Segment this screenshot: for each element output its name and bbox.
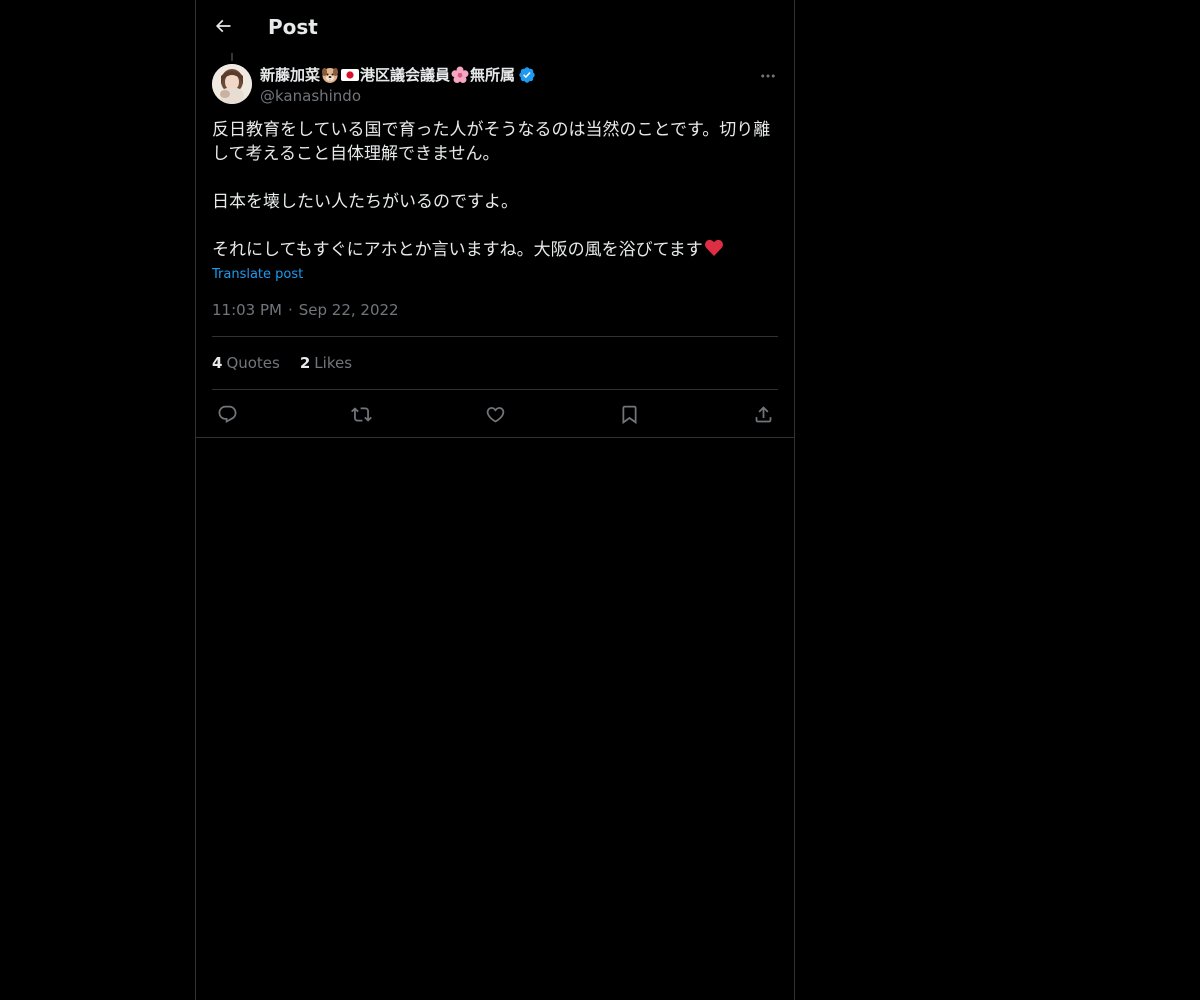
post-timestamp[interactable]: 11:03 PM · Sep 22, 2022 [212, 300, 399, 320]
author-block: 新藤加菜 港区議会議員 無所属 @kanashindo [260, 64, 740, 106]
share-icon [755, 405, 771, 422]
display-name-part: 新藤加菜 [260, 66, 321, 84]
bookmark-button[interactable] [614, 401, 644, 427]
display-name-part: 港区議会議員 [360, 66, 451, 84]
divider [212, 336, 778, 337]
bookmark-icon [622, 405, 636, 424]
like-button[interactable] [480, 401, 510, 427]
quotes-label: Quotes [226, 354, 280, 372]
post-paragraph: 日本を壊したい人たちがいるのですよ。 [212, 192, 518, 212]
post-time: 11:03 PM [212, 301, 282, 319]
display-name-part: 無所属 [470, 66, 516, 84]
more-options-button[interactable] [756, 64, 780, 88]
post-bottom-border [196, 437, 794, 438]
arrow-left-icon [215, 19, 231, 33]
reply-button[interactable] [212, 401, 242, 427]
thread-connector-line [231, 53, 233, 61]
share-button[interactable] [748, 401, 778, 427]
japan-flag-emoji [341, 69, 360, 81]
post-date: Sep 22, 2022 [298, 301, 399, 319]
post-text: 反日教育をしている国で育った人がそうなるのは当然のことです。切り離して考えること… [212, 118, 778, 262]
post-column: Post 新藤加菜 港区議会議員 無所属 @kanashindo 反日教育をして… [195, 0, 795, 1000]
post-actions-bar [212, 400, 778, 428]
repost-icon [350, 406, 372, 422]
display-name[interactable]: 新藤加菜 港区議会議員 無所属 [260, 65, 515, 85]
likes-stat[interactable]: 2 Likes [300, 353, 352, 373]
post-paragraph: それにしてもすぐにアホとか言いますね。大阪の風を浴びてます [212, 238, 778, 262]
reply-icon [218, 405, 236, 423]
more-horizontal-icon [761, 74, 775, 78]
user-handle[interactable]: @kanashindo [260, 86, 740, 106]
likes-label: Likes [314, 354, 353, 372]
quotes-count: 4 [212, 354, 223, 372]
red-heart-emoji [704, 239, 723, 256]
post-paragraph-text: それにしてもすぐにアホとか言いますね。大阪の風を浴びてます [212, 240, 703, 260]
page-title: Post [268, 15, 318, 39]
verified-badge-icon [519, 67, 535, 83]
repost-button[interactable] [346, 401, 376, 427]
cherry-blossom-emoji [451, 66, 469, 83]
post-paragraph: 反日教育をしている国で育った人がそうなるのは当然のことです。切り離して考えること… [212, 120, 771, 164]
avatar[interactable] [212, 64, 252, 104]
translate-post-link[interactable]: Translate post [212, 266, 303, 284]
post-header: Post [196, 0, 794, 53]
post-stats: 4 Quotes 2 Likes [212, 353, 352, 373]
quotes-stat[interactable]: 4 Quotes [212, 353, 280, 373]
likes-count: 2 [299, 354, 311, 372]
divider [212, 389, 778, 390]
dog-face-emoji [322, 68, 339, 83]
timestamp-separator: · [287, 301, 293, 319]
back-button[interactable] [206, 9, 240, 43]
like-icon [486, 406, 504, 423]
